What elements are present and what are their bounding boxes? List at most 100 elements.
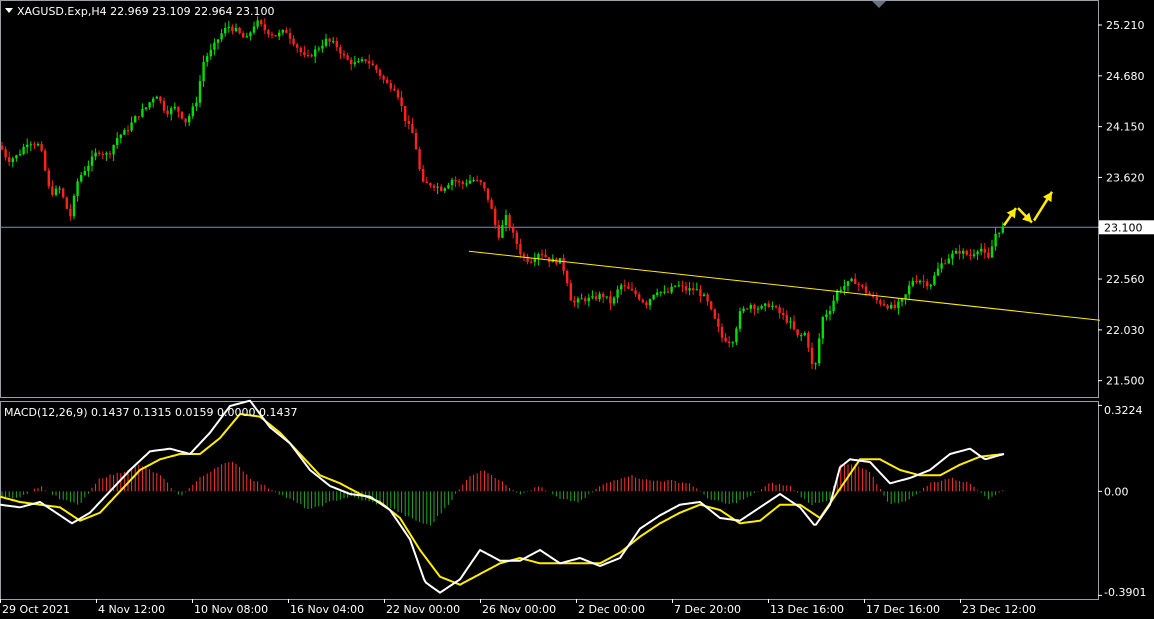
candle-body xyxy=(994,233,997,247)
candle-body xyxy=(573,300,576,303)
candle-body xyxy=(450,179,454,186)
candle-body xyxy=(587,297,590,302)
candle-body xyxy=(389,83,392,89)
candle-body xyxy=(580,298,583,300)
candle-body xyxy=(620,285,623,290)
candle-body xyxy=(936,268,940,276)
candle-body xyxy=(425,181,428,184)
candle-body xyxy=(144,107,148,109)
candle-body xyxy=(854,278,857,284)
candle-body xyxy=(256,20,259,27)
candle-body xyxy=(288,32,292,39)
candle-body xyxy=(479,180,482,183)
candle-body xyxy=(908,285,911,295)
candle-body xyxy=(785,315,788,323)
price-tick-label: 22.030 xyxy=(1106,324,1145,337)
candle-body xyxy=(990,246,994,258)
candle-body xyxy=(987,252,990,258)
candle-body xyxy=(688,288,691,291)
candle-body xyxy=(944,263,947,265)
candle-body xyxy=(497,225,500,238)
candle-body xyxy=(976,251,979,255)
candle-body xyxy=(339,47,342,54)
candle-body xyxy=(501,225,504,238)
candle-body xyxy=(206,56,209,62)
candle-body xyxy=(738,311,742,329)
candle-body xyxy=(483,182,486,189)
candle-body xyxy=(242,33,245,38)
trading-chart[interactable]: 25.210 24.680 24.150 23.620 22.560 22.030 21.5… xyxy=(0,0,1154,619)
candle-body xyxy=(98,152,101,154)
candle-body xyxy=(828,311,832,315)
candle-body xyxy=(238,27,241,34)
candle-body xyxy=(44,150,47,171)
candle-body xyxy=(839,289,842,291)
candle-body xyxy=(951,253,954,259)
macd-tick-label: 0.3224 xyxy=(1104,404,1143,417)
candle-body xyxy=(710,301,713,310)
candle-body xyxy=(965,250,968,255)
candle-body xyxy=(130,122,133,131)
candle-body xyxy=(648,299,652,306)
candle-body xyxy=(29,144,32,146)
candle-body xyxy=(76,181,79,196)
candle-body xyxy=(897,301,900,309)
candle-body xyxy=(915,280,918,283)
candle-body xyxy=(177,106,180,112)
candle-body xyxy=(180,111,184,119)
candle-body xyxy=(875,296,878,301)
candle-body xyxy=(594,296,598,300)
price-tick-label: 24.680 xyxy=(1106,70,1145,83)
candle-body xyxy=(857,283,860,285)
candle-body xyxy=(490,199,493,209)
candle-body xyxy=(324,38,328,46)
candle-body xyxy=(886,305,889,309)
candle-body xyxy=(803,333,806,336)
candle-body xyxy=(285,29,288,33)
candle-body xyxy=(807,333,810,348)
candle-body xyxy=(407,121,410,125)
candle-body xyxy=(940,263,943,269)
candle-body xyxy=(591,296,594,298)
candle-body xyxy=(947,258,950,264)
candle-body xyxy=(40,144,43,151)
candle-body xyxy=(735,328,738,343)
candle-body xyxy=(465,183,468,185)
candle-body xyxy=(22,146,25,155)
candle-body xyxy=(414,132,418,150)
current-price-label: 23.100 xyxy=(1104,221,1143,234)
candle-body xyxy=(677,285,680,287)
candle-body xyxy=(566,271,569,284)
candle-body xyxy=(116,137,119,145)
candle-body xyxy=(674,285,677,287)
candle-body xyxy=(836,290,839,301)
candle-body xyxy=(263,24,266,31)
time-tick-label: 22 Nov 00:00 xyxy=(386,603,460,616)
candle-body xyxy=(702,294,706,297)
candle-body xyxy=(544,254,547,258)
candle-body xyxy=(645,302,648,306)
candle-body xyxy=(929,284,932,287)
candle-body xyxy=(15,155,18,159)
candle-body xyxy=(656,292,659,295)
candle-body xyxy=(159,96,162,101)
candle-body xyxy=(911,280,914,286)
candle-body xyxy=(90,156,94,166)
candle-body xyxy=(818,338,821,364)
candle-body xyxy=(814,363,817,365)
candle-body xyxy=(681,285,684,287)
candle-body xyxy=(105,153,108,155)
candle-body xyxy=(436,186,439,188)
time-tick-label: 16 Nov 04:00 xyxy=(290,603,364,616)
candle-body xyxy=(36,144,40,146)
candle-body xyxy=(519,244,522,255)
candle-body xyxy=(602,293,605,297)
candle-body xyxy=(666,291,670,293)
candle-body xyxy=(310,55,313,57)
candle-body xyxy=(461,181,464,184)
candle-body xyxy=(882,303,886,306)
candle-body xyxy=(195,102,198,107)
candle-body xyxy=(364,59,367,62)
candle-body xyxy=(123,130,126,135)
candle-body xyxy=(904,294,907,299)
